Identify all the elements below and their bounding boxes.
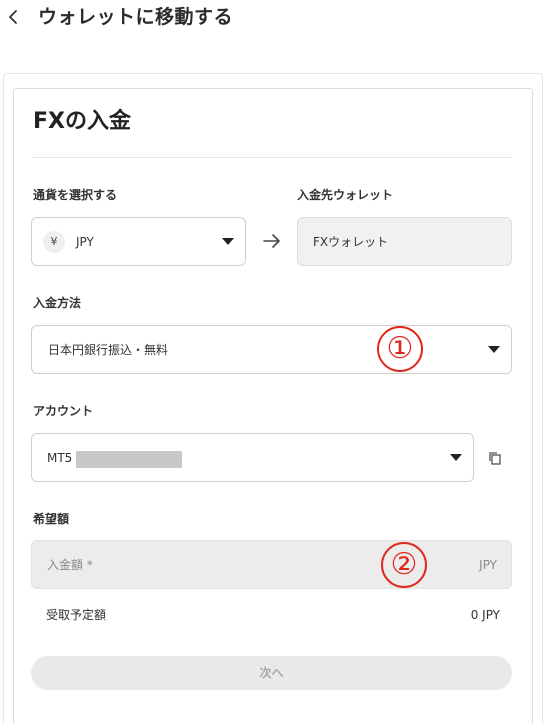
- currency-value: JPY: [76, 235, 94, 249]
- method-label: 入金方法: [33, 296, 82, 310]
- currency-label: 通貨を選択する: [33, 188, 118, 202]
- next-button[interactable]: 次へ: [31, 656, 512, 690]
- redacted-account-number: [76, 451, 182, 468]
- caret-down-icon: [488, 346, 500, 353]
- amount-placeholder: 入金額 *: [47, 558, 93, 572]
- destination-wallet-field: FXウォレット: [297, 217, 512, 266]
- caret-down-icon: [450, 454, 462, 461]
- method-select[interactable]: 日本円銀行振込・無料: [31, 325, 512, 374]
- copy-icon[interactable]: [487, 450, 503, 466]
- form-title: FXの入金: [33, 109, 131, 134]
- currency-select[interactable]: ¥ JPY: [31, 217, 246, 266]
- top-bar: ウォレットに移動する: [0, 0, 546, 34]
- destination-label: 入金先ウォレット: [297, 188, 394, 202]
- account-value: MT5: [47, 451, 73, 465]
- annotation-marker-1: ①: [377, 326, 423, 372]
- title-divider: [33, 157, 511, 158]
- amount-unit: JPY: [479, 558, 497, 572]
- arrow-right-icon: [263, 234, 280, 248]
- amount-label: 希望額: [33, 512, 70, 526]
- amount-input[interactable]: 入金額 * JPY: [31, 540, 512, 589]
- account-label: アカウント: [33, 404, 94, 418]
- caret-down-icon: [222, 238, 234, 245]
- destination-value: FXウォレット: [313, 235, 389, 249]
- receive-label: 受取予定額: [46, 608, 107, 622]
- method-value: 日本円銀行振込・無料: [48, 343, 169, 357]
- page-title: ウォレットに移動する: [38, 6, 234, 28]
- receive-value: 0 JPY: [470, 608, 500, 622]
- annotation-marker-2: ②: [381, 542, 427, 588]
- yen-icon: ¥: [43, 231, 65, 253]
- chevron-left-icon[interactable]: [6, 7, 20, 27]
